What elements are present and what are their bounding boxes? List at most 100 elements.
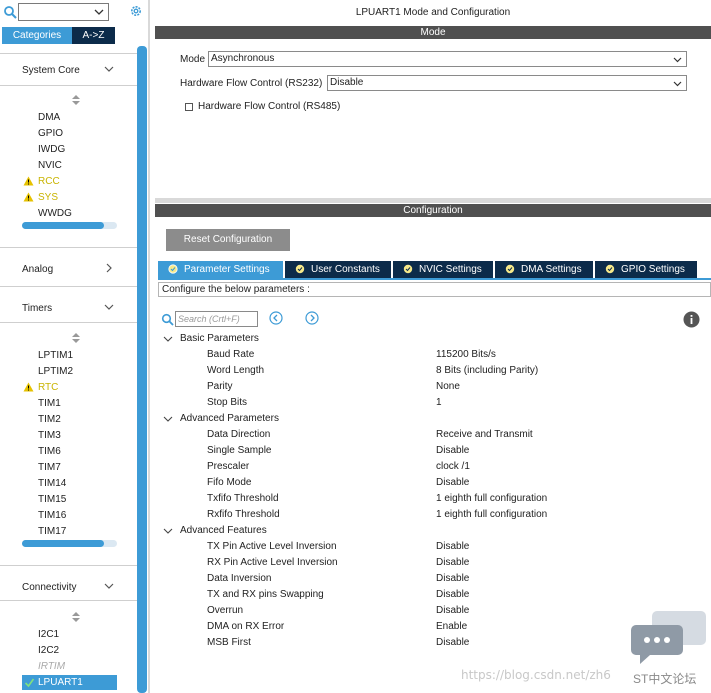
- param-overrun[interactable]: Overrun: [207, 605, 243, 616]
- category-analog[interactable]: Analog: [22, 264, 53, 278]
- horizontal-scrollbar[interactable]: [22, 222, 117, 229]
- peripheral-search-combo[interactable]: [18, 3, 109, 21]
- param-parity[interactable]: Parity: [207, 381, 233, 392]
- previous-arrow-icon[interactable]: [269, 311, 283, 325]
- param-rxfifo-threshold-value[interactable]: 1 eighth full configuration: [436, 509, 547, 520]
- tab-dma-settings[interactable]: DMA Settings: [495, 261, 593, 278]
- param-single-sample[interactable]: Single Sample: [207, 445, 271, 456]
- left-scrollbar[interactable]: [137, 46, 147, 693]
- chevron-down-icon[interactable]: [103, 580, 115, 592]
- sidebar-item-dma[interactable]: DMA: [38, 112, 60, 125]
- param-dma-on-rx-error-value[interactable]: Enable: [436, 621, 467, 632]
- chevron-down-icon[interactable]: [163, 334, 173, 344]
- sidebar-item-i2c1[interactable]: I2C1: [38, 629, 59, 642]
- search-icon[interactable]: [3, 5, 17, 19]
- chevron-down-icon[interactable]: [163, 414, 173, 424]
- param-word-length[interactable]: Word Length: [207, 365, 264, 376]
- horizontal-scrollbar[interactable]: [22, 540, 117, 547]
- sidebar-item-i2c2[interactable]: I2C2: [38, 645, 59, 658]
- param-txfifo-threshold-value[interactable]: 1 eighth full configuration: [436, 493, 547, 504]
- group-advanced-parameters[interactable]: Advanced Parameters: [180, 413, 279, 424]
- param-tx-rx-swap-value[interactable]: Disable: [436, 589, 469, 600]
- param-msb-first[interactable]: MSB First: [207, 637, 251, 648]
- sidebar-item-lpuart1[interactable]: LPUART1: [22, 675, 117, 690]
- gear-icon[interactable]: [129, 4, 143, 18]
- tab-parameter-settings[interactable]: Parameter Settings: [158, 261, 283, 278]
- sidebar-item-tim6[interactable]: TIM6: [38, 446, 61, 459]
- param-single-sample-value[interactable]: Disable: [436, 445, 469, 456]
- panel-divider[interactable]: [155, 198, 711, 203]
- tab-gpio-settings[interactable]: GPIO Settings: [595, 261, 697, 278]
- param-data-direction-value[interactable]: Receive and Transmit: [436, 429, 533, 440]
- search-icon[interactable]: [161, 313, 174, 326]
- next-arrow-icon[interactable]: [305, 311, 319, 325]
- param-dma-on-rx-error[interactable]: DMA on RX Error: [207, 621, 284, 632]
- chevron-down-icon[interactable]: [103, 301, 115, 313]
- tab-user-constants[interactable]: User Constants: [285, 261, 391, 278]
- param-fifo-mode[interactable]: Fifo Mode: [207, 477, 251, 488]
- param-txfifo-threshold[interactable]: Txfifo Threshold: [207, 493, 279, 504]
- chevron-right-icon[interactable]: [103, 262, 115, 274]
- param-data-direction[interactable]: Data Direction: [207, 429, 270, 440]
- tab-categories[interactable]: Categories: [2, 27, 72, 44]
- sidebar-item-iwdg[interactable]: IWDG: [38, 144, 65, 157]
- info-icon[interactable]: [683, 311, 700, 328]
- sidebar-item-lptim2[interactable]: LPTIM2: [38, 366, 73, 379]
- parameter-search-input[interactable]: Search (Crtl+F): [175, 311, 258, 327]
- sidebar-item-lptim1[interactable]: LPTIM1: [38, 350, 73, 363]
- rs485-checkbox[interactable]: [185, 103, 193, 111]
- param-tx-pin-inversion-value[interactable]: Disable: [436, 541, 469, 552]
- param-baud-rate[interactable]: Baud Rate: [207, 349, 254, 360]
- param-tx-pin-inversion[interactable]: TX Pin Active Level Inversion: [207, 541, 337, 552]
- category-system-core[interactable]: System Core: [22, 65, 80, 79]
- group-advanced-features[interactable]: Advanced Features: [180, 525, 267, 536]
- param-data-inversion-value[interactable]: Disable: [436, 573, 469, 584]
- param-stop-bits[interactable]: Stop Bits: [207, 397, 247, 408]
- category-connectivity[interactable]: Connectivity: [22, 582, 76, 596]
- sidebar-item-tim3[interactable]: TIM3: [38, 430, 61, 443]
- param-rx-pin-inversion[interactable]: RX Pin Active Level Inversion: [207, 557, 338, 568]
- param-prescaler-value[interactable]: clock /1: [436, 461, 470, 472]
- chevron-down-icon[interactable]: [103, 63, 115, 75]
- param-baud-rate-value[interactable]: 115200 Bits/s: [436, 349, 496, 360]
- tab-a-to-z[interactable]: A->Z: [72, 27, 115, 44]
- sidebar-item-tim16[interactable]: TIM16: [38, 510, 66, 523]
- param-rxfifo-threshold[interactable]: Rxfifo Threshold: [207, 509, 280, 520]
- param-fifo-mode-value[interactable]: Disable: [436, 477, 469, 488]
- param-data-inversion[interactable]: Data Inversion: [207, 573, 271, 584]
- sidebar-item-tim15[interactable]: TIM15: [38, 494, 66, 507]
- sidebar-item-rcc[interactable]: RCC: [38, 176, 60, 189]
- param-tx-rx-swap[interactable]: TX and RX pins Swapping: [207, 589, 324, 600]
- mode-select[interactable]: Asynchronous: [208, 51, 687, 67]
- group-basic-parameters[interactable]: Basic Parameters: [180, 333, 259, 344]
- sort-icon[interactable]: [71, 332, 81, 344]
- param-rx-pin-inversion-value[interactable]: Disable: [436, 557, 469, 568]
- sidebar-item-irtim[interactable]: IRTIM: [38, 661, 65, 674]
- sidebar-item-tim7[interactable]: TIM7: [38, 462, 61, 475]
- param-word-length-value[interactable]: 8 Bits (including Parity): [436, 365, 538, 376]
- hw-flow-select[interactable]: Disable: [327, 75, 687, 91]
- param-stop-bits-value[interactable]: 1: [436, 397, 442, 408]
- scrollbar-thumb[interactable]: [22, 540, 104, 547]
- scrollbar-thumb[interactable]: [22, 222, 104, 229]
- sort-icon[interactable]: [71, 94, 81, 106]
- param-parity-value[interactable]: None: [436, 381, 460, 392]
- sidebar-item-tim2[interactable]: TIM2: [38, 414, 61, 427]
- sidebar-item-gpio[interactable]: GPIO: [38, 128, 63, 141]
- param-overrun-value[interactable]: Disable: [436, 605, 469, 616]
- sidebar-item-rtc[interactable]: RTC: [38, 382, 58, 395]
- sidebar-item-tim14[interactable]: TIM14: [38, 478, 66, 491]
- param-prescaler[interactable]: Prescaler: [207, 461, 249, 472]
- sort-icon[interactable]: [71, 611, 81, 623]
- sidebar-item-sys[interactable]: SYS: [38, 192, 58, 205]
- param-msb-first-value[interactable]: Disable: [436, 637, 469, 648]
- chevron-down-icon[interactable]: [163, 526, 173, 536]
- category-timers[interactable]: Timers: [22, 303, 52, 317]
- panel-divider[interactable]: [148, 0, 150, 693]
- sidebar-item-tim1[interactable]: TIM1: [38, 398, 61, 411]
- sidebar-item-tim17[interactable]: TIM17: [38, 526, 66, 539]
- sidebar-item-nvic[interactable]: NVIC: [38, 160, 62, 173]
- sidebar-item-wwdg[interactable]: WWDG: [38, 208, 72, 221]
- reset-configuration-button[interactable]: Reset Configuration: [166, 229, 290, 251]
- tab-nvic-settings[interactable]: NVIC Settings: [393, 261, 493, 278]
